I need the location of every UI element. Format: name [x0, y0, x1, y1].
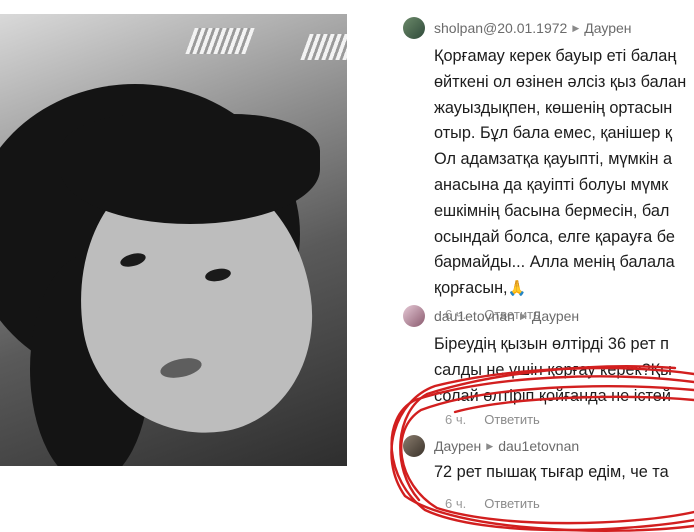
- reply-button[interactable]: Ответить: [484, 412, 540, 432]
- ceiling-vent: [300, 34, 347, 60]
- comment-line: Ол адамзатқа қауыпті, мүмкін а: [434, 150, 673, 169]
- comment-line: солай өлтіріп қойғанда не істей: [434, 386, 671, 405]
- comment-text: Біреудің қызын өлтірді 36 рет п салды не…: [434, 332, 694, 409]
- comment-line: жауыздықпен, көшенің ортасын: [434, 98, 673, 117]
- reply-to-user[interactable]: dau1etovnan: [498, 438, 579, 454]
- comment-header: sholpan@20.01.1972 ▶ Даурен: [403, 16, 694, 40]
- reply-arrow-icon: ▶: [486, 440, 494, 451]
- comment-header: dau1etovnan ▶ Даурен: [403, 304, 694, 328]
- comment-line: бармайды... Алла менің балала: [434, 253, 675, 272]
- avatar[interactable]: [403, 435, 425, 457]
- username[interactable]: sholpan@20.01.1972: [434, 20, 567, 36]
- comment-time: 6 ч.: [445, 412, 467, 428]
- reply-arrow-icon: ▶: [572, 22, 580, 33]
- comment-line: осындай болса, елге қарауға бе: [434, 227, 675, 246]
- comment-footer: 6 ч. Ответить: [445, 496, 694, 516]
- reply-to-user[interactable]: Даурен: [532, 308, 579, 324]
- comment-header: Даурен ▶ dau1etovnan: [403, 434, 694, 458]
- comment-line-text: қорғасын,: [434, 279, 508, 298]
- comment-line: қорғасын,🙏: [434, 276, 694, 302]
- comment-line: өйткені ол өзінен әлсіз қыз балан: [434, 72, 687, 91]
- comment-footer: 6 ч. Ответить: [445, 412, 694, 432]
- comment: sholpan@20.01.1972 ▶ Даурен Қорғамау кер…: [403, 16, 694, 327]
- comment-text: 72 рет пышақ тығар едім, че та: [434, 460, 694, 486]
- comment-line: анасына да қауіпті болуы мүмк: [434, 175, 669, 194]
- reply-to-user[interactable]: Даурен: [584, 20, 631, 36]
- comment-thread: sholpan@20.01.1972 ▶ Даурен Қорғамау кер…: [403, 0, 694, 532]
- comment: dau1etovnan ▶ Даурен Біреудің қызын өлті…: [403, 304, 694, 432]
- comment-line: 72 рет пышақ тығар едім, че та: [434, 463, 669, 481]
- comment-line: ешкімнің басына бермесін, бал: [434, 201, 670, 220]
- comment-line: салды не үшін қорғау керек?Қы: [434, 360, 672, 379]
- comment-line: Қорғамау керек бауыр еті балаң: [434, 47, 677, 65]
- username[interactable]: Даурен: [434, 438, 481, 454]
- comment-time: 6 ч.: [445, 495, 467, 511]
- comment-line: отыр. Бұл бала емес, қанішер қ: [434, 124, 672, 143]
- avatar[interactable]: [403, 305, 425, 327]
- bangs: [60, 114, 320, 224]
- photo-frame: [0, 14, 347, 466]
- comment-line: Біреудің қызын өлтірді 36 рет п: [434, 335, 669, 353]
- reply-arrow-icon: ▶: [519, 310, 527, 321]
- portrait-photo: [0, 0, 365, 532]
- ceiling-vent: [185, 28, 255, 54]
- praying-hands-icon: 🙏: [507, 280, 527, 298]
- comment-text: Қорғамау керек бауыр еті балаң өйткені о…: [434, 44, 694, 302]
- username[interactable]: dau1etovnan: [434, 308, 515, 324]
- comment: Даурен ▶ dau1etovnan 72 рет пышақ тығар …: [403, 434, 694, 516]
- avatar[interactable]: [403, 17, 425, 39]
- reply-button[interactable]: Ответить: [484, 496, 540, 516]
